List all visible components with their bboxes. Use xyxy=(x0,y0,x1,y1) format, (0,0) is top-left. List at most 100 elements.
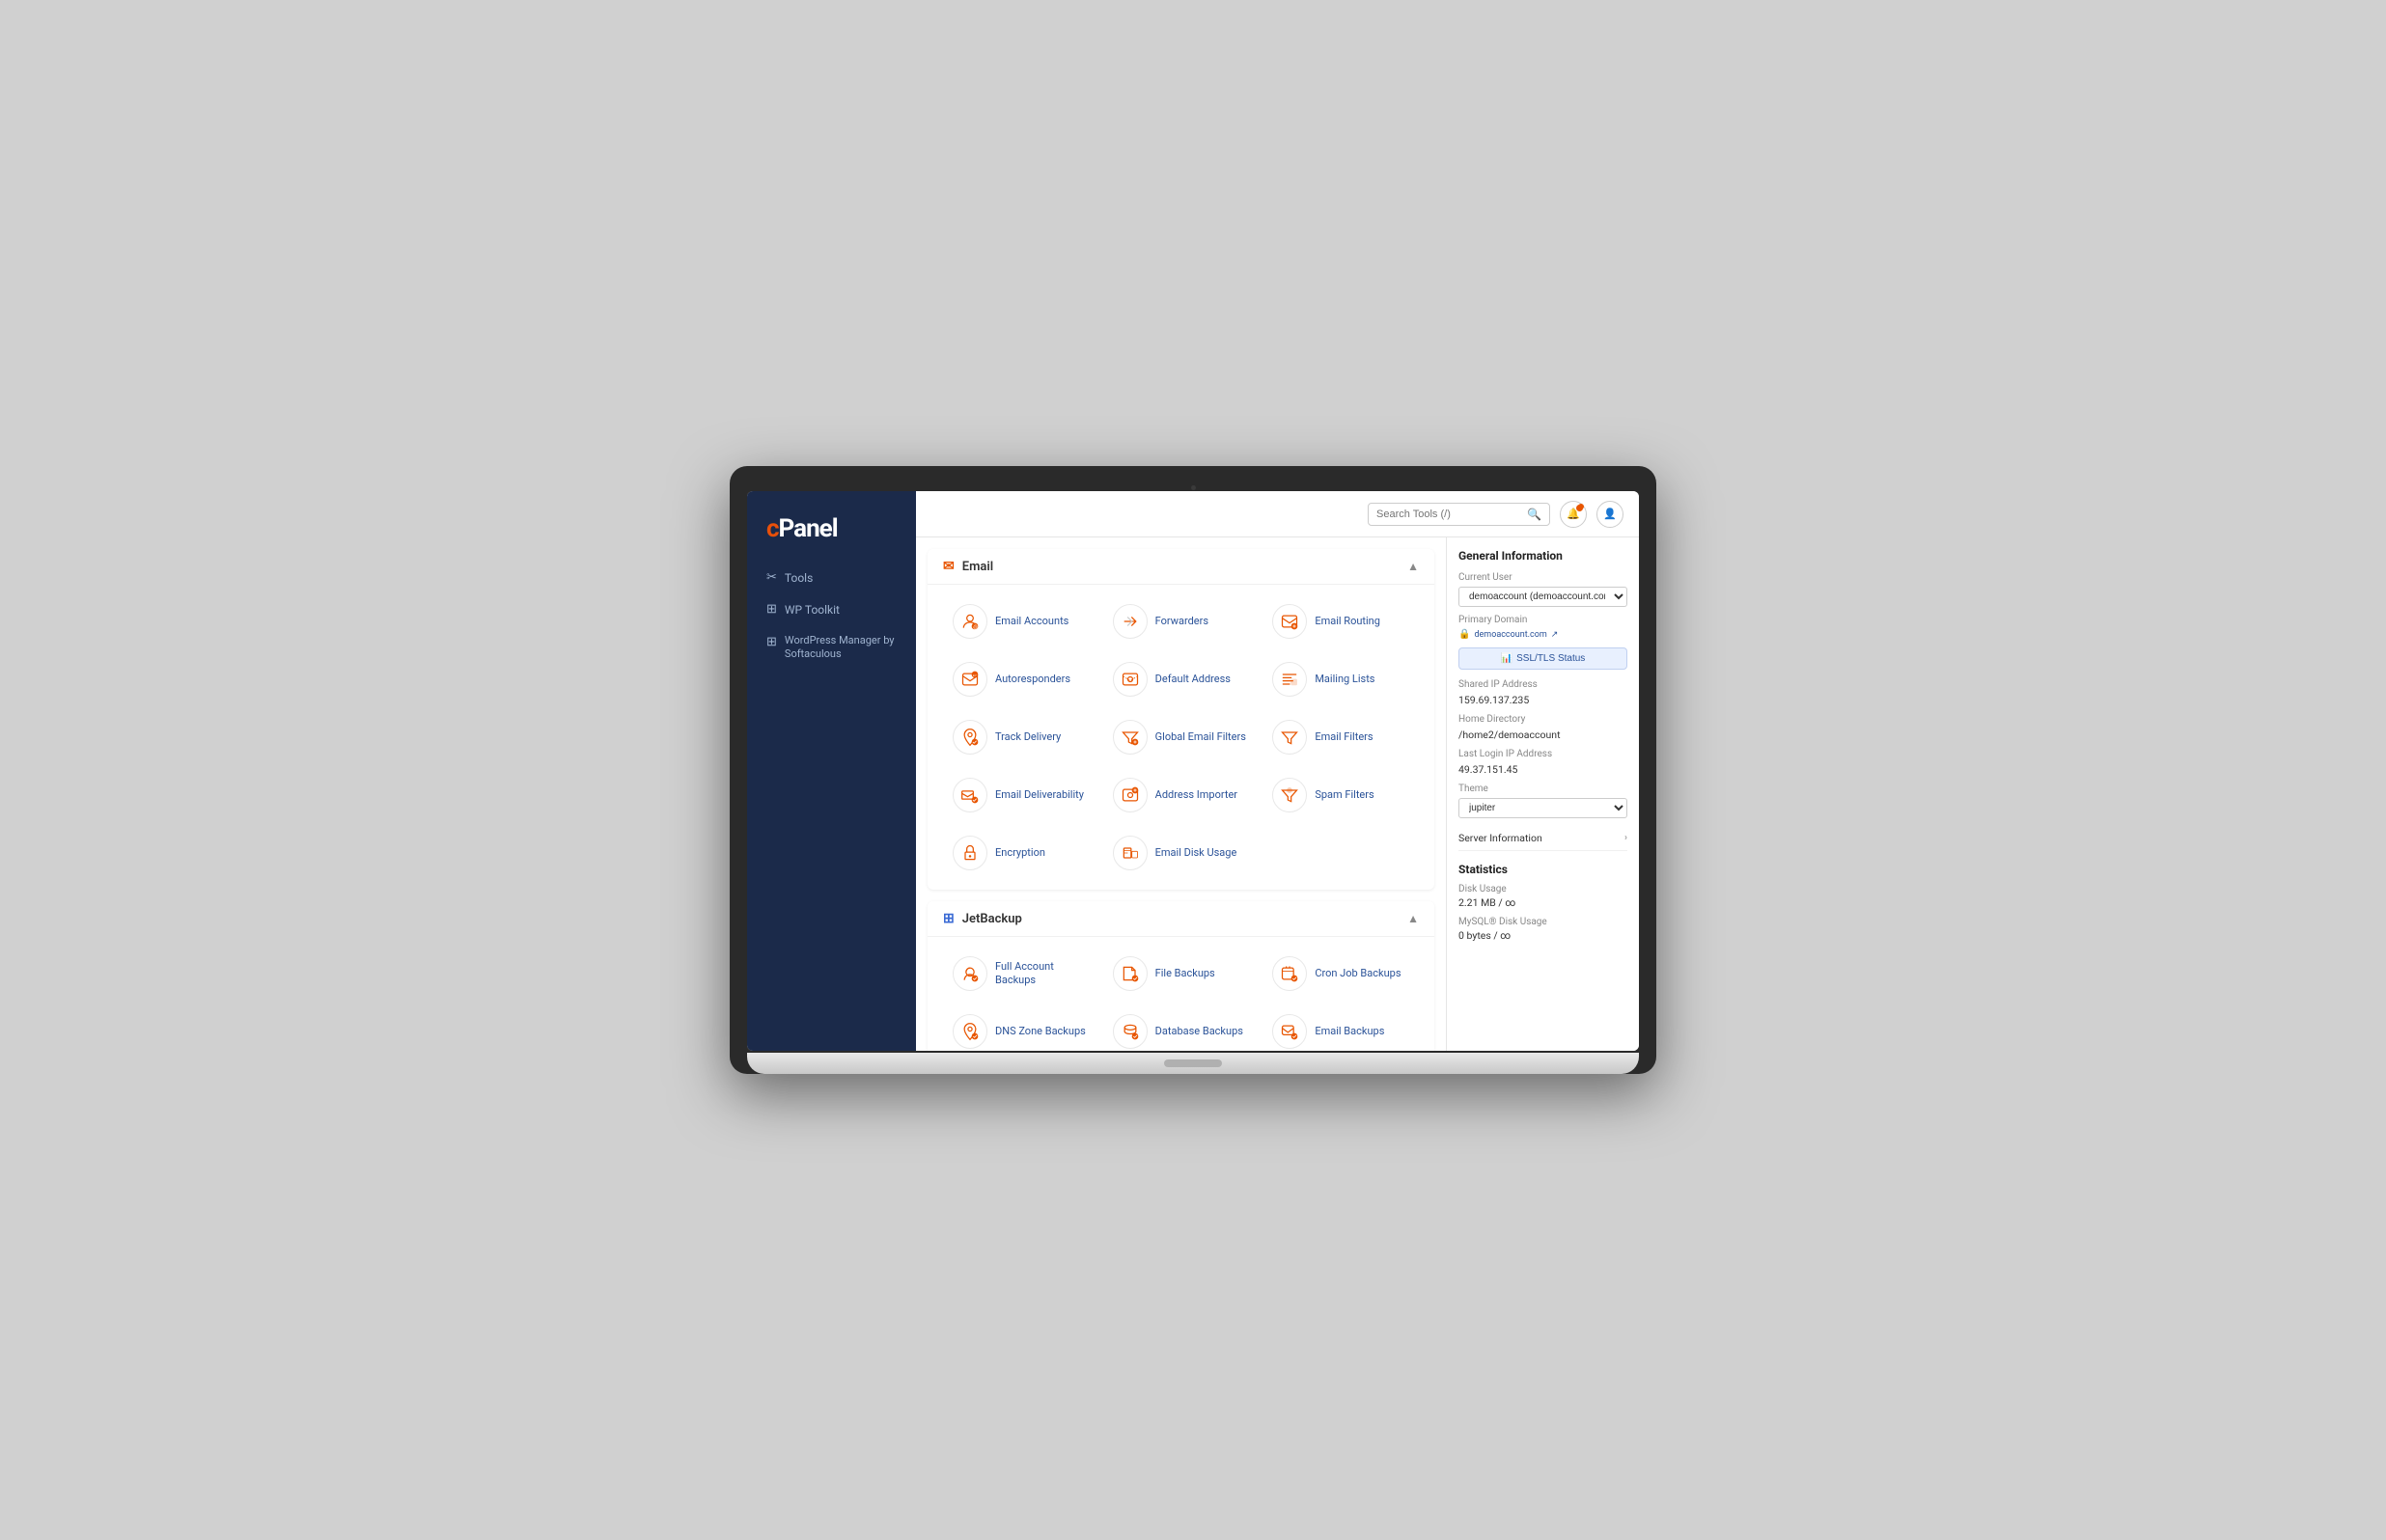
email-section-chevron: ▲ xyxy=(1407,560,1419,573)
email-deliverability-icon xyxy=(953,778,987,812)
sidebar-item-wptoolkit[interactable]: ⊞ WP Toolkit xyxy=(755,594,908,624)
wp-softaculous-icon: ⊞ xyxy=(766,635,777,649)
autoresponders-icon: ↩ xyxy=(953,662,987,697)
full-backups-icon xyxy=(953,956,987,991)
spam-filters-icon xyxy=(1272,778,1307,812)
global-filters-label: Global Email Filters xyxy=(1155,730,1246,744)
mysql-value: 0 bytes / ∞ xyxy=(1458,929,1627,942)
shared-ip-label: Shared IP Address xyxy=(1458,679,1627,690)
email-accounts-icon: @ xyxy=(953,604,987,639)
tool-global-filters[interactable]: Global Email Filters xyxy=(1103,712,1260,762)
email-accounts-label: Email Accounts xyxy=(995,615,1068,628)
email-section-body: @ Email Accounts xyxy=(928,585,1434,890)
disk-usage-label: Disk Usage xyxy=(1458,884,1627,894)
topbar: 🔍 🔔 👤 xyxy=(916,491,1639,537)
user-avatar[interactable]: 👤 xyxy=(1596,501,1623,528)
tool-email-backups[interactable]: Email Backups xyxy=(1262,1006,1419,1051)
tool-email-filters[interactable]: Email Filters xyxy=(1262,712,1419,762)
track-delivery-icon xyxy=(953,720,987,755)
lock-icon: 🔒 xyxy=(1458,629,1470,640)
current-user-label: Current User xyxy=(1458,572,1627,583)
tool-track-delivery[interactable]: Track Delivery xyxy=(943,712,1099,762)
jetbackup-section-body: Full Account Backups xyxy=(928,937,1434,1051)
forwarders-icon xyxy=(1113,604,1148,639)
server-info-chevron: › xyxy=(1624,833,1627,843)
tool-autoresponders[interactable]: ↩ Autoresponders xyxy=(943,654,1099,704)
theme-label: Theme xyxy=(1458,784,1627,794)
server-info-label: Server Information xyxy=(1458,832,1542,844)
tool-spam-filters[interactable]: Spam Filters xyxy=(1262,770,1419,820)
current-user-select[interactable]: demoaccount (demoaccount.com) xyxy=(1458,587,1627,607)
email-section-icon: ✉ xyxy=(943,559,955,574)
tool-cron-backups[interactable]: Cron Job Backups xyxy=(1262,949,1419,999)
tool-full-backups[interactable]: Full Account Backups xyxy=(943,949,1099,999)
server-info-row[interactable]: Server Information › xyxy=(1458,826,1627,851)
encryption-icon xyxy=(953,836,987,870)
last-login-value: 49.37.151.45 xyxy=(1458,763,1627,776)
jetbackup-section-title: JetBackup xyxy=(962,912,1022,926)
wp-icon: ⊞ xyxy=(766,602,777,617)
last-login-label: Last Login IP Address xyxy=(1458,749,1627,759)
email-disk-usage-label: Email Disk Usage xyxy=(1155,846,1237,860)
search-icon[interactable]: 🔍 xyxy=(1527,508,1541,521)
user-icon: 👤 xyxy=(1603,508,1617,520)
search-input[interactable] xyxy=(1376,509,1521,520)
full-backups-label: Full Account Backups xyxy=(995,960,1090,988)
general-info-title: General Information xyxy=(1458,549,1627,563)
email-section-header[interactable]: ✉ Email ▲ xyxy=(928,549,1434,585)
mailing-lists-icon xyxy=(1272,662,1307,697)
disk-usage-value: 2.21 MB / ∞ xyxy=(1458,896,1627,909)
home-dir-label: Home Directory xyxy=(1458,714,1627,725)
sidebar-item-wpmanager[interactable]: ⊞ WordPress Manager by Softaculous xyxy=(755,626,908,670)
jetbackup-icon: ⊞ xyxy=(943,911,955,926)
file-backups-icon xyxy=(1113,956,1148,991)
tool-database-backups[interactable]: Database Backups xyxy=(1103,1006,1260,1051)
email-backups-label: Email Backups xyxy=(1315,1025,1384,1038)
search-box[interactable]: 🔍 xyxy=(1368,503,1550,526)
right-panel: General Information Current User demoacc… xyxy=(1446,537,1639,1051)
cron-backups-icon xyxy=(1272,956,1307,991)
jetbackup-section-header[interactable]: ⊞ JetBackup ▲ xyxy=(928,901,1434,937)
primary-domain-label: Primary Domain xyxy=(1458,615,1627,625)
global-filters-icon xyxy=(1113,720,1148,755)
email-section-title: Email xyxy=(962,560,993,574)
tools-icon: ✂ xyxy=(766,570,777,585)
tool-forwarders[interactable]: Forwarders xyxy=(1103,596,1260,646)
email-section: ✉ Email ▲ xyxy=(928,549,1434,890)
address-importer-label: Address Importer xyxy=(1155,788,1237,802)
database-backups-icon xyxy=(1113,1014,1148,1049)
database-backups-label: Database Backups xyxy=(1155,1025,1243,1038)
dns-backups-label: DNS Zone Backups xyxy=(995,1025,1086,1038)
tool-email-accounts[interactable]: @ Email Accounts xyxy=(943,596,1099,646)
tool-mailing-lists[interactable]: Mailing Lists xyxy=(1262,654,1419,704)
center-panel: ✉ Email ▲ xyxy=(916,537,1446,1051)
tool-encryption[interactable]: Encryption xyxy=(943,828,1099,878)
email-filters-icon xyxy=(1272,720,1307,755)
jetbackup-section: ⊞ JetBackup ▲ xyxy=(928,901,1434,1051)
ssl-tls-button[interactable]: 📊 SSL/TLS Status xyxy=(1458,647,1627,670)
email-routing-label: Email Routing xyxy=(1315,615,1380,628)
notifications-bell[interactable]: 🔔 xyxy=(1560,501,1587,528)
tool-dns-backups[interactable]: DNS Zone Backups xyxy=(943,1006,1099,1051)
tool-file-backups[interactable]: File Backups xyxy=(1103,949,1260,999)
primary-domain-link[interactable]: demoaccount.com ↗ xyxy=(1474,630,1558,640)
autoresponders-label: Autoresponders xyxy=(995,673,1070,686)
email-backups-icon xyxy=(1272,1014,1307,1049)
email-deliverability-label: Email Deliverability xyxy=(995,788,1084,802)
spam-filters-label: Spam Filters xyxy=(1315,788,1373,802)
theme-select[interactable]: jupiter xyxy=(1458,798,1627,818)
tool-email-routing[interactable]: Email Routing xyxy=(1262,596,1419,646)
tool-email-deliverability[interactable]: Email Deliverability xyxy=(943,770,1099,820)
sidebar-logo: cPanel xyxy=(747,507,916,563)
sidebar-item-tools[interactable]: ✂ Tools xyxy=(755,563,908,592)
home-dir-value: /home2/demoaccount xyxy=(1458,729,1627,741)
file-backups-label: File Backups xyxy=(1155,967,1215,980)
forwarders-label: Forwarders xyxy=(1155,615,1208,628)
tool-address-importer[interactable]: Address Importer xyxy=(1103,770,1260,820)
email-routing-icon xyxy=(1272,604,1307,639)
tool-email-disk-usage[interactable]: Email Disk Usage xyxy=(1103,828,1260,878)
encryption-label: Encryption xyxy=(995,846,1045,860)
shared-ip-value: 159.69.137.235 xyxy=(1458,694,1627,706)
default-address-label: Default Address xyxy=(1155,673,1231,686)
tool-default-address[interactable]: Default Address xyxy=(1103,654,1260,704)
